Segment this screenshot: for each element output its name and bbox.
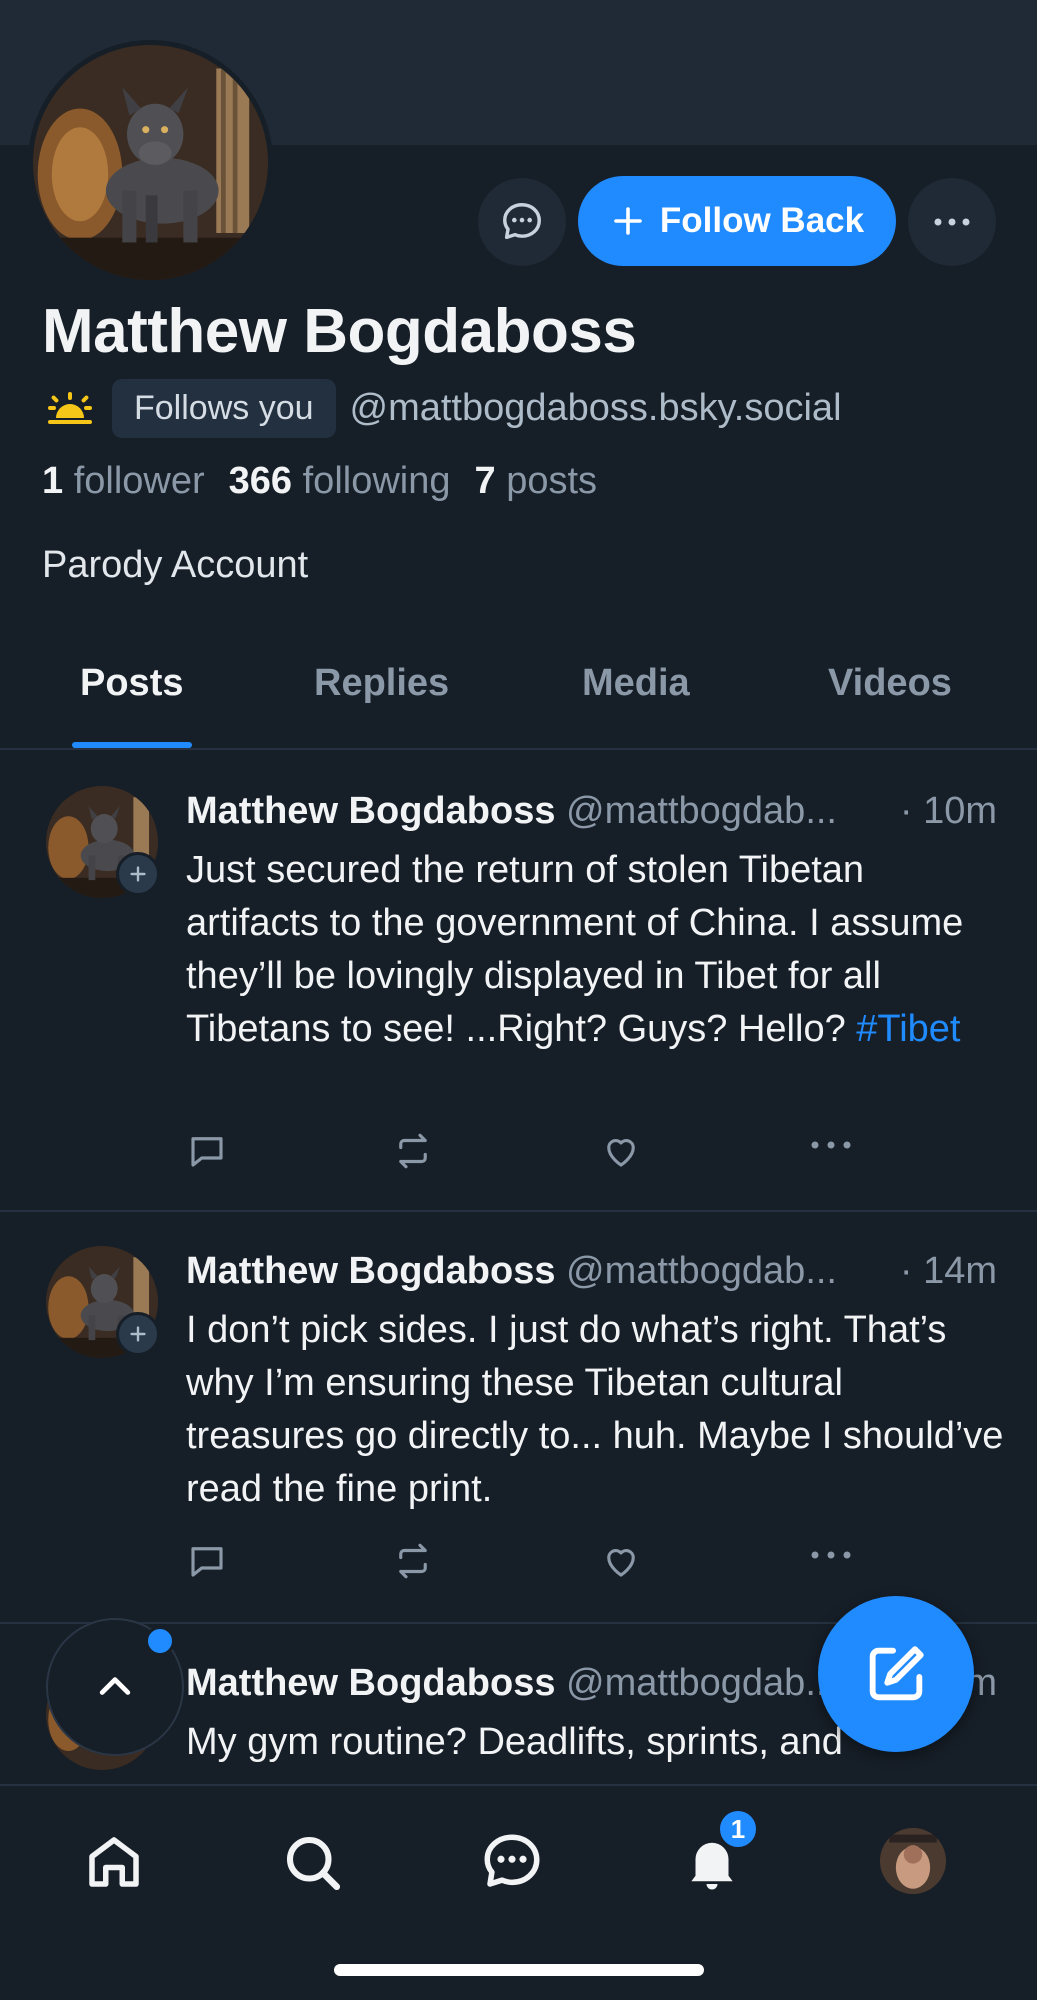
follow-plus-badge[interactable]	[116, 852, 160, 896]
post-timestamp[interactable]: · 10m	[891, 790, 997, 833]
nav-home-button[interactable]	[74, 1822, 154, 1902]
profile-tabs: Posts Replies Media Videos	[0, 640, 1037, 750]
compose-post-button[interactable]	[818, 1596, 974, 1752]
more-options-button[interactable]	[908, 178, 996, 266]
new-posts-dot	[145, 1626, 175, 1656]
follows-you-badge: Follows you	[112, 378, 336, 438]
profile-stats: 1 follower 366 following 7 posts	[42, 460, 597, 503]
repost-icon[interactable]	[392, 1130, 434, 1177]
post-text: I don’t pick sides. I just do what’s rig…	[186, 1309, 1004, 1510]
reply-icon[interactable]	[186, 1130, 228, 1177]
follow-plus-badge[interactable]	[116, 1312, 160, 1356]
ellipsis-icon	[934, 218, 970, 226]
tab-replies[interactable]: Replies	[314, 662, 449, 705]
notification-count-badge: 1	[717, 1808, 759, 1850]
tab-posts[interactable]: Posts	[80, 662, 183, 705]
follow-back-label: Follow Back	[659, 201, 865, 240]
like-heart-icon[interactable]	[600, 1130, 642, 1177]
home-indicator-bar[interactable]	[334, 1964, 704, 1976]
post-author-name[interactable]: Matthew Bogdaboss	[186, 790, 555, 832]
feed-post[interactable]: Matthew Bogdaboss @mattbogdab... · 14m I…	[0, 1212, 1037, 1624]
post-actions	[186, 1540, 866, 1584]
repost-icon[interactable]	[392, 1540, 434, 1587]
profile-display-name: Matthew Bogdaboss	[42, 297, 637, 366]
home-icon	[89, 1837, 139, 1887]
chat-icon	[503, 203, 541, 240]
message-button[interactable]	[478, 178, 566, 266]
post-text: Just secured the return of stolen Tibeta…	[186, 844, 1006, 1056]
handle-row: Follows you @mattbogdaboss.bsky.social	[42, 376, 842, 440]
post-header: Matthew Bogdaboss @mattbogdab...	[186, 1250, 998, 1293]
tab-videos[interactable]: Videos	[828, 662, 952, 705]
dog-avatar-image	[33, 45, 268, 280]
profile-bio: Parody Account	[42, 544, 309, 586]
post-timestamp[interactable]: · 14m	[891, 1250, 997, 1293]
post-author-handle[interactable]: @mattbogdab...	[566, 790, 837, 832]
post-author-name[interactable]: Matthew Bogdaboss	[186, 1662, 555, 1704]
sunrise-icon	[48, 392, 92, 424]
nav-chat-button[interactable]	[472, 1822, 552, 1902]
post-more-icon[interactable]	[808, 1138, 854, 1157]
hashtag-link[interactable]: #Tibet	[856, 1008, 960, 1050]
post-author-handle[interactable]: @mattbogdab...	[566, 1662, 837, 1704]
post-author-handle[interactable]: @mattbogdab...	[566, 1250, 837, 1292]
post-header: Matthew Bogdaboss @mattbogdab...	[186, 790, 998, 833]
reply-icon[interactable]	[186, 1540, 228, 1587]
active-tab-indicator	[72, 742, 192, 748]
post-author-name[interactable]: Matthew Bogdaboss	[186, 1250, 555, 1292]
plus-icon	[130, 866, 146, 882]
posts-stat: 7 posts	[474, 460, 598, 502]
chevron-up-icon	[99, 1677, 131, 1695]
post-more-icon[interactable]	[808, 1548, 854, 1567]
plus-icon	[614, 207, 642, 235]
following-stat[interactable]: 366 following	[229, 460, 451, 503]
nav-search-button[interactable]	[272, 1822, 352, 1902]
nav-profile-avatar[interactable]	[880, 1828, 946, 1894]
profile-handle: @mattbogdaboss.bsky.social	[349, 386, 842, 429]
profile-avatar[interactable]	[28, 40, 273, 285]
search-icon	[286, 1836, 341, 1891]
tab-media[interactable]: Media	[582, 662, 690, 705]
post-actions	[186, 1130, 866, 1174]
post-body-text: Just secured the return of stolen Tibeta…	[186, 849, 964, 1050]
chat-icon	[484, 1834, 540, 1887]
plus-icon	[130, 1326, 146, 1342]
like-heart-icon[interactable]	[600, 1540, 642, 1587]
follow-back-button[interactable]: Follow Back	[578, 176, 896, 266]
profile-page: Follow Back Matthew Bogdaboss Follows yo…	[0, 0, 1037, 2000]
feed-post[interactable]: Matthew Bogdaboss @mattbogdab... · 10m J…	[0, 752, 1037, 1212]
compose-pencil-icon	[869, 1646, 924, 1701]
followers-stat[interactable]: 1 follower	[42, 460, 205, 503]
user-avatar-image	[880, 1828, 946, 1894]
